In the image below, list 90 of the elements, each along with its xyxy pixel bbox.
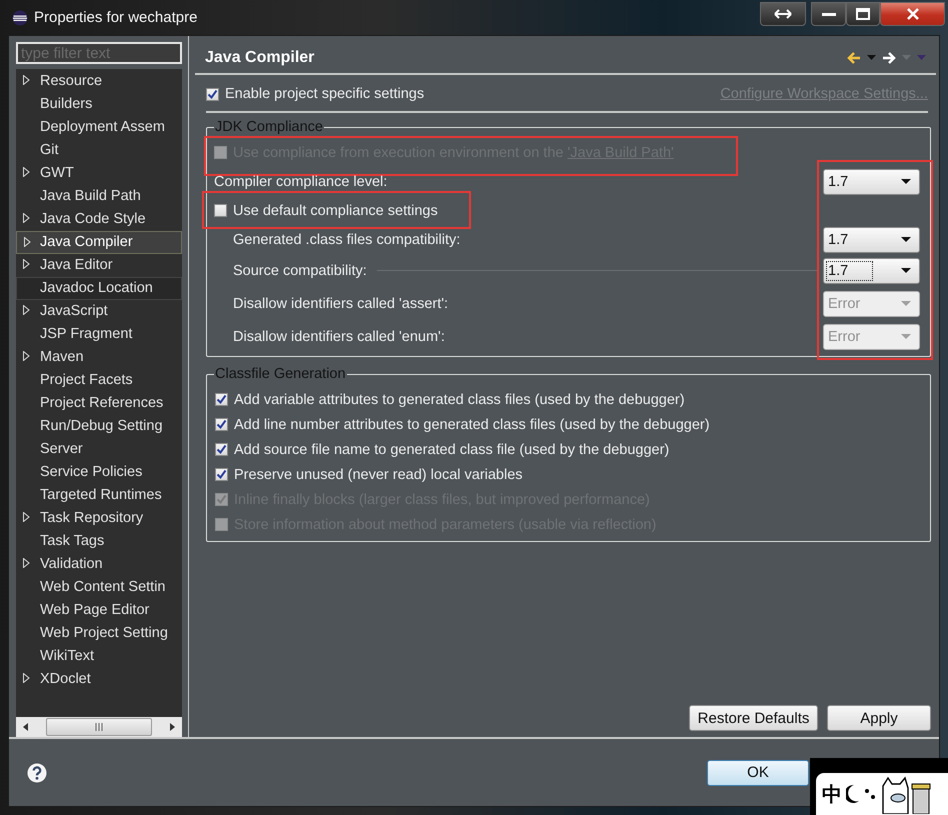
dropdown[interactable]: 1.7 xyxy=(823,168,920,194)
sidebar-item[interactable]: Server xyxy=(16,438,182,461)
sidebar-item[interactable]: Task Repository xyxy=(16,507,182,530)
moon-icon[interactable] xyxy=(846,784,860,804)
caret-icon xyxy=(901,301,911,306)
sidebar-item[interactable]: Java Build Path xyxy=(16,185,182,208)
checkbox-label: Add variable attributes to generated class files (used by the debugger) xyxy=(234,392,685,408)
close-icon xyxy=(906,8,920,20)
field-label: Source compatibility: xyxy=(233,262,367,278)
grip-icon xyxy=(94,723,104,731)
ime-toolbar[interactable]: 中 xyxy=(810,758,948,815)
sidebar-item[interactable]: Java Code Style xyxy=(16,208,182,231)
sidebar-item[interactable]: Maven xyxy=(16,346,182,369)
expand-icon[interactable] xyxy=(23,305,30,315)
sidebar-item[interactable]: Run/Debug Setting xyxy=(16,415,182,438)
sidebar-item[interactable]: XDoclet xyxy=(16,668,182,691)
apply-button[interactable]: Apply xyxy=(827,705,931,731)
scroll-left-icon[interactable] xyxy=(22,722,30,732)
sidebar-item[interactable]: Resource xyxy=(16,70,182,93)
restore-defaults-button[interactable]: Restore Defaults xyxy=(689,705,818,731)
checkbox-label: Preserve unused (never read) local variables xyxy=(234,466,523,482)
snap-button[interactable] xyxy=(760,2,806,26)
sidebar-item[interactable]: Java Compiler xyxy=(16,231,182,254)
caret-icon xyxy=(901,334,911,339)
double-arrow-icon xyxy=(774,9,792,19)
minimize-button[interactable] xyxy=(811,2,846,26)
checkbox[interactable] xyxy=(214,204,227,217)
mascot-drawing xyxy=(880,774,932,814)
expand-icon[interactable] xyxy=(23,213,30,223)
expand-icon[interactable] xyxy=(23,351,30,361)
expand-icon[interactable] xyxy=(23,558,30,568)
checkbox[interactable] xyxy=(215,393,228,406)
dropdown[interactable]: 1.7 xyxy=(823,226,920,252)
sidebar-item[interactable]: WikiText xyxy=(16,645,182,668)
sidebar-item[interactable]: Deployment Assem xyxy=(16,116,182,139)
checkbox[interactable] xyxy=(215,443,228,456)
sidebar-item[interactable]: Web Project Setting xyxy=(16,622,182,645)
sidebar-item[interactable]: Builders xyxy=(16,93,182,116)
expand-icon[interactable] xyxy=(23,512,30,522)
forward-icon[interactable] xyxy=(882,52,896,64)
field-label: Compiler compliance level: xyxy=(214,174,388,190)
scroll-right-icon[interactable] xyxy=(168,722,176,732)
back-icon[interactable] xyxy=(847,52,861,64)
caret-icon xyxy=(901,179,911,184)
checkbox-label: Enable project specific settings xyxy=(225,86,424,102)
ok-button[interactable]: OK xyxy=(707,760,809,786)
expand-icon[interactable] xyxy=(23,259,30,269)
maximize-button[interactable] xyxy=(846,2,880,26)
sidebar-item[interactable]: JavaScript xyxy=(16,300,182,323)
close-button[interactable] xyxy=(880,2,945,26)
sidebar-item[interactable]: Javadoc Location xyxy=(16,277,182,300)
sidebar-item[interactable]: Git xyxy=(16,139,182,162)
checkbox[interactable] xyxy=(206,88,219,100)
checkbox[interactable] xyxy=(215,418,228,431)
sidebar-item[interactable]: Project References xyxy=(16,392,182,415)
sidebar-item[interactable]: GWT xyxy=(16,162,182,185)
help-icon[interactable] xyxy=(27,762,47,782)
field-label: Disallow identifiers called 'enum': xyxy=(233,328,445,344)
sidebar-item[interactable]: Java Editor xyxy=(16,254,182,277)
caret-icon xyxy=(901,237,911,242)
horizontal-scrollbar[interactable] xyxy=(16,717,182,737)
group-title: JDK Compliance xyxy=(214,118,324,136)
app-logo-icon xyxy=(12,10,28,26)
expand-icon[interactable] xyxy=(23,167,30,177)
input-mode-label[interactable]: 中 xyxy=(822,780,842,808)
sidebar-item[interactable]: Web Content Settin xyxy=(16,576,182,599)
window-title: Properties for wechatpre xyxy=(34,9,198,26)
checkbox-label: Use default compliance settings xyxy=(233,202,438,218)
dropdown[interactable]: 1.7 xyxy=(823,258,920,284)
caret-icon xyxy=(901,268,911,273)
expand-icon[interactable] xyxy=(24,237,31,247)
sidebar-item[interactable]: Validation xyxy=(16,553,182,576)
sidebar-item[interactable]: Service Policies xyxy=(16,461,182,484)
page-title: Java Compiler xyxy=(205,48,316,66)
field-label: Generated .class files compatibility: xyxy=(233,232,460,248)
minimize-icon xyxy=(822,11,836,17)
sidebar-item[interactable]: Project Facets xyxy=(16,369,182,392)
expand-icon[interactable] xyxy=(23,75,30,85)
sidebar-item[interactable]: Web Page Editor xyxy=(16,599,182,622)
maximize-icon xyxy=(856,8,870,20)
sidebar-item[interactable]: Targeted Runtimes xyxy=(16,484,182,507)
expand-icon[interactable] xyxy=(23,673,30,683)
field-label: Disallow identifiers called 'assert': xyxy=(233,296,448,312)
checkbox-label: Add line number attributes to generated class files (used by the debugger) xyxy=(234,416,710,432)
sidebar-item[interactable]: JSP Fragment xyxy=(16,323,182,346)
caret-icon[interactable] xyxy=(867,55,876,60)
checkbox-label: Add source file name to generated class file (used by the debugger) xyxy=(234,442,670,458)
sidebar-item[interactable]: Task Tags xyxy=(16,530,182,553)
checkbox[interactable] xyxy=(215,468,228,481)
punctuation-icon[interactable] xyxy=(864,787,876,801)
